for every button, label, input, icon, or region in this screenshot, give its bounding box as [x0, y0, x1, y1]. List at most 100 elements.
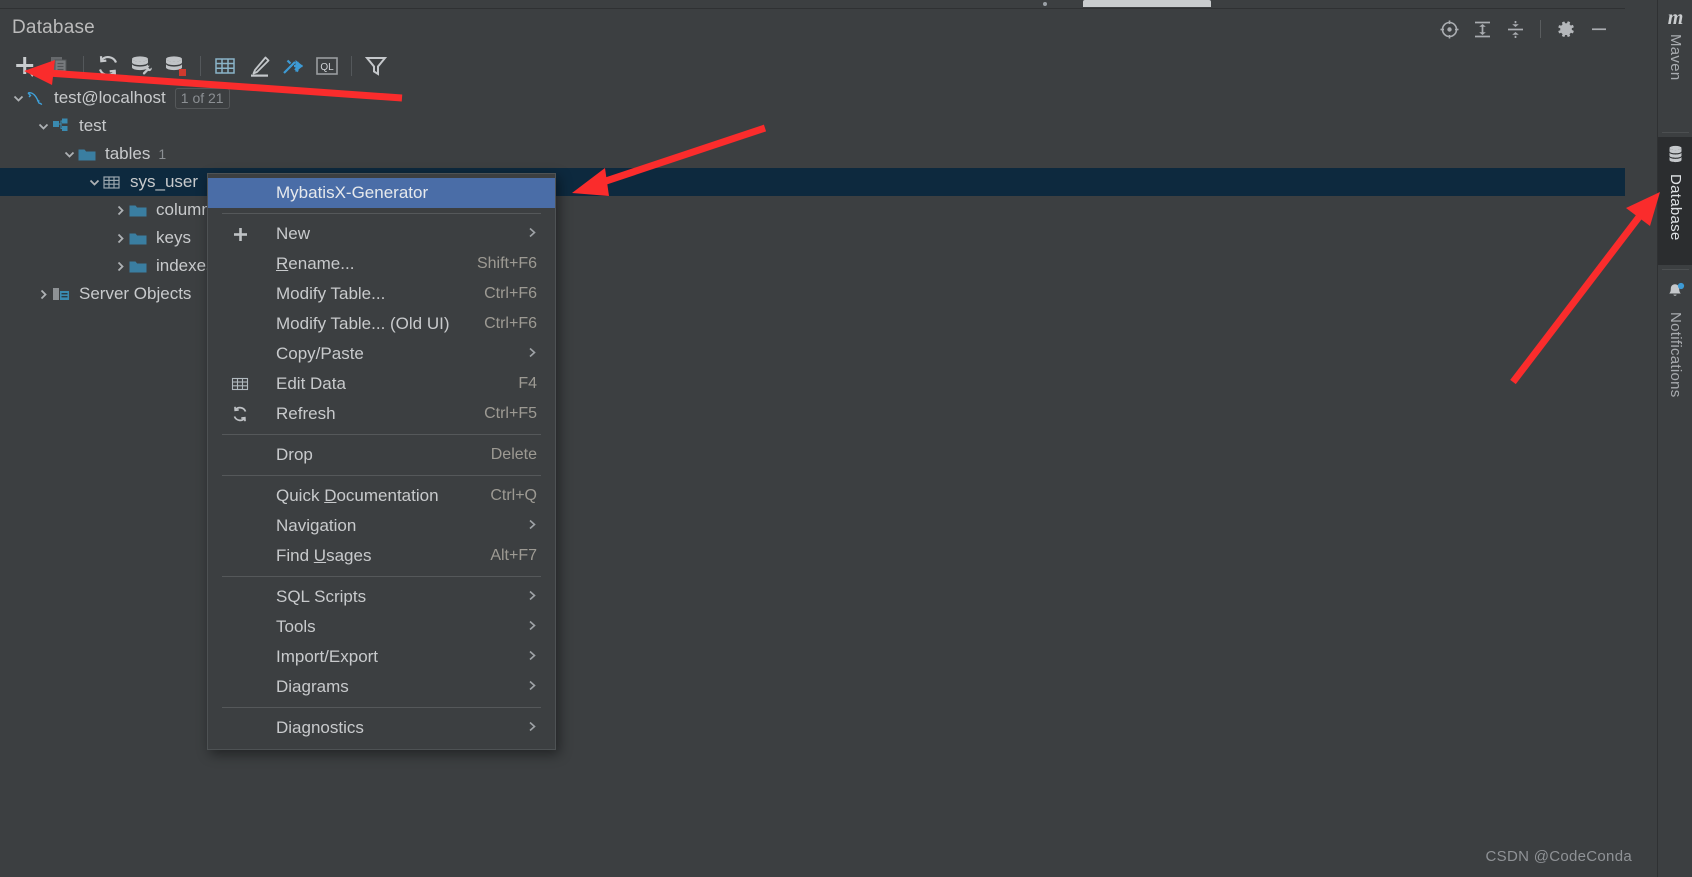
menu-item-diagnostics[interactable]: Diagnostics: [208, 713, 555, 743]
menu-item-label: Modify Table...: [276, 284, 386, 303]
menu-item-diagrams[interactable]: Diagrams: [208, 672, 555, 702]
menu-item-import-export[interactable]: Import/Export: [208, 642, 555, 672]
tree-node-label: test@localhost: [54, 88, 166, 107]
sidebar-tab-label: Notifications: [1667, 312, 1684, 398]
sidebar-tab-maven[interactable]: m Maven: [1658, 0, 1692, 128]
menu-separator: [222, 213, 541, 214]
chevron-right-icon: [527, 649, 538, 666]
sidebar-tab-notifications[interactable]: Notifications: [1658, 274, 1692, 424]
modify-icon[interactable]: [242, 51, 276, 81]
jump-to-console-icon[interactable]: [276, 51, 310, 81]
filter-icon[interactable]: [359, 51, 393, 81]
menu-item-rename[interactable]: Rename... Shift+F6: [208, 249, 555, 279]
menu-item-accelerator: Alt+F7: [490, 547, 537, 564]
chevron-down-icon[interactable]: [86, 174, 102, 190]
gear-icon[interactable]: [1549, 16, 1582, 42]
menu-item-accelerator: Ctrl+F6: [484, 315, 537, 332]
sidebar-tab-label: Maven: [1667, 34, 1684, 81]
chevron-right-icon[interactable]: [112, 202, 128, 218]
chevron-right-icon: [527, 720, 538, 737]
data-source-properties-icon[interactable]: [125, 51, 159, 81]
mysql-icon: [26, 89, 46, 107]
chevron-down-icon[interactable]: [10, 90, 26, 106]
menu-item-label: Copy/Paste: [276, 344, 364, 363]
menu-item-copy-paste[interactable]: Copy/Paste: [208, 339, 555, 369]
chevron-right-icon: [527, 619, 538, 636]
folder-icon: [128, 229, 148, 247]
sidebar-divider: [1661, 269, 1689, 270]
expand-all-icon[interactable]: [1466, 16, 1499, 42]
scroll-from-source-icon[interactable]: [1433, 16, 1466, 42]
tree-node-label: test: [79, 116, 107, 135]
menu-item-find-usages[interactable]: Find Usages Alt+F7: [208, 541, 555, 571]
toolbar-divider: [351, 56, 352, 76]
menu-item-accelerator: Delete: [490, 446, 537, 463]
menu-separator: [222, 576, 541, 577]
chevron-right-icon[interactable]: [35, 286, 51, 302]
tree-node-label: keys: [156, 228, 191, 247]
menu-item-label: Navigation: [276, 516, 357, 535]
chevron-right-icon[interactable]: [112, 258, 128, 274]
menu-item-new[interactable]: New: [208, 219, 555, 249]
tool-window-header: Database: [0, 9, 1625, 48]
tree-node-label: indexes: [156, 256, 215, 275]
database-toolbar: QL: [0, 48, 1625, 84]
duplicate-icon[interactable]: [42, 51, 76, 81]
menu-item-modify-table[interactable]: Modify Table... Ctrl+F6: [208, 279, 555, 309]
menu-item-edit-data[interactable]: Edit Data F4: [208, 369, 555, 399]
collapse-all-icon[interactable]: [1499, 16, 1532, 42]
folder-icon: [77, 145, 97, 163]
watermark-text: CSDN @CodeConda: [1485, 848, 1632, 865]
tree-node-label: sys_user: [130, 172, 199, 191]
plus-icon: [230, 224, 250, 244]
menu-item-accelerator: Ctrl+Q: [490, 487, 537, 504]
refresh-icon[interactable]: [91, 51, 125, 81]
table-editor-icon[interactable]: [208, 51, 242, 81]
right-tool-window-bar: m Maven Database Notifications: [1657, 0, 1692, 877]
tree-node-datasource[interactable]: test@localhost 1 of 21: [0, 84, 1625, 112]
chevron-right-icon[interactable]: [112, 230, 128, 246]
chevron-down-icon[interactable]: [61, 146, 77, 162]
menu-item-refresh[interactable]: Refresh Ctrl+F5: [208, 399, 555, 429]
sidebar-tab-database[interactable]: Database: [1658, 137, 1692, 265]
ide-window: Database QL test@localhost 1 of 21 test …: [0, 0, 1692, 877]
menu-item-mybatisx-generator[interactable]: MybatisX-Generator: [208, 178, 555, 208]
database-icon: [1667, 145, 1684, 168]
menu-item-label: Diagrams: [276, 677, 349, 696]
server-objects-icon: [51, 285, 71, 303]
menu-item-label: Modify Table... (Old UI): [276, 314, 450, 333]
tree-node-schema[interactable]: test: [0, 112, 1625, 140]
menu-item-sql-scripts[interactable]: SQL Scripts: [208, 582, 555, 612]
menu-item-label: MybatisX-Generator: [276, 183, 429, 202]
menu-item-navigation[interactable]: Navigation: [208, 511, 555, 541]
menu-item-accelerator: Ctrl+F6: [484, 285, 537, 302]
editor-tab-stub[interactable]: [1083, 0, 1211, 7]
top-chrome-strip: [0, 0, 1692, 9]
folder-icon: [128, 257, 148, 275]
menu-item-label: Quick Documentation: [276, 486, 439, 505]
menu-item-modify-table-old-ui[interactable]: Modify Table... (Old UI) Ctrl+F6: [208, 309, 555, 339]
editor-tab-dot: [1043, 2, 1047, 6]
minimize-icon[interactable]: [1582, 16, 1615, 42]
chevron-right-icon: [527, 346, 538, 363]
tree-node-tables-folder[interactable]: tables 1: [0, 140, 1625, 168]
tree-node-label: Server Objects: [79, 284, 192, 303]
chevron-down-icon[interactable]: [35, 118, 51, 134]
context-menu: MybatisX-Generator New Rename... Shift+F…: [207, 173, 556, 750]
menu-item-quick-documentation[interactable]: Quick Documentation Ctrl+Q: [208, 481, 555, 511]
menu-item-drop[interactable]: Drop Delete: [208, 440, 555, 470]
chevron-right-icon: [527, 226, 538, 243]
refresh-icon: [230, 404, 250, 424]
add-icon[interactable]: [8, 51, 42, 81]
menu-item-accelerator: Shift+F6: [476, 255, 537, 272]
query-console-icon[interactable]: QL: [310, 51, 344, 81]
maven-m-icon: m: [1667, 7, 1684, 29]
menu-item-tools[interactable]: Tools: [208, 612, 555, 642]
database-color-icon[interactable]: [159, 51, 193, 81]
menu-item-label: Drop: [276, 445, 313, 464]
menu-separator: [222, 475, 541, 476]
status-badge: 1 of 21: [174, 87, 230, 109]
menu-separator: [222, 707, 541, 708]
sidebar-tab-label: Database: [1667, 174, 1684, 241]
tree-node-count: 1: [158, 146, 167, 162]
